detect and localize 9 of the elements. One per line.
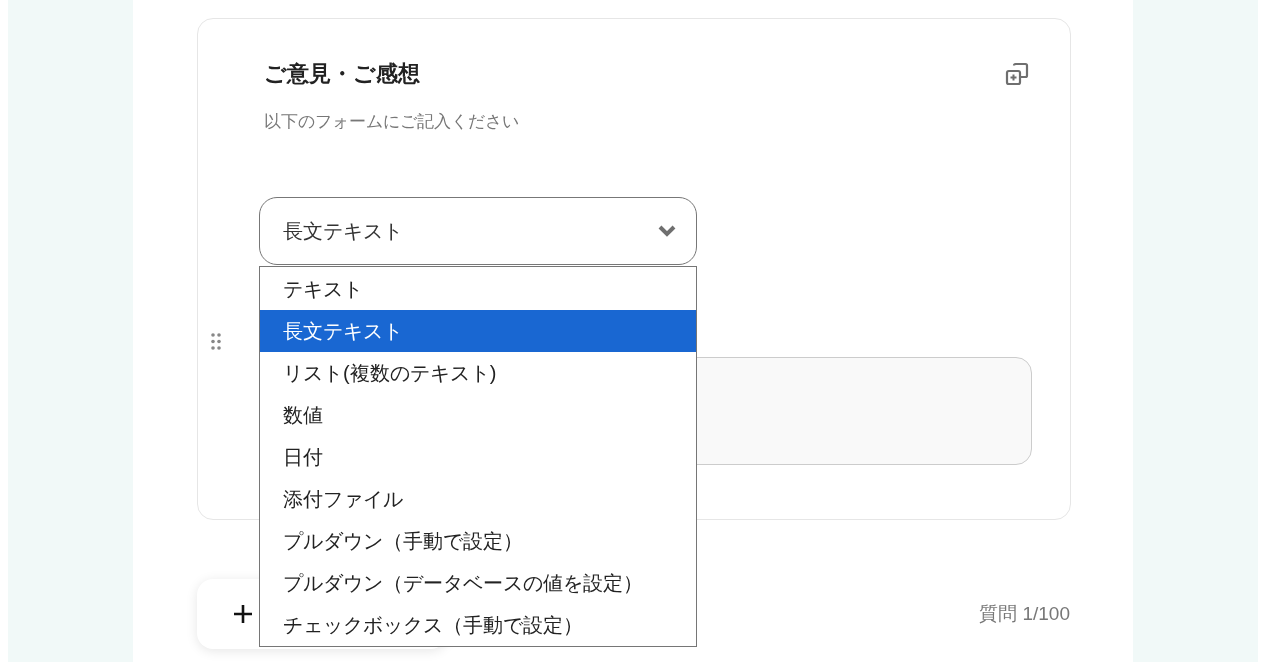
chevron-icon: [658, 225, 676, 237]
question-description: 以下のフォームにご記入ください: [264, 111, 520, 133]
question-title: ご意見・ご感想: [264, 60, 420, 88]
drag-handle-icon[interactable]: [211, 332, 221, 350]
type-select[interactable]: 長文テキスト: [259, 197, 697, 265]
duplicate-icon[interactable]: [1005, 62, 1029, 86]
plus-icon: [234, 605, 252, 623]
question-counter: 質問 1/100: [979, 602, 1070, 626]
dropdown-option[interactable]: 長文テキスト: [260, 310, 696, 352]
